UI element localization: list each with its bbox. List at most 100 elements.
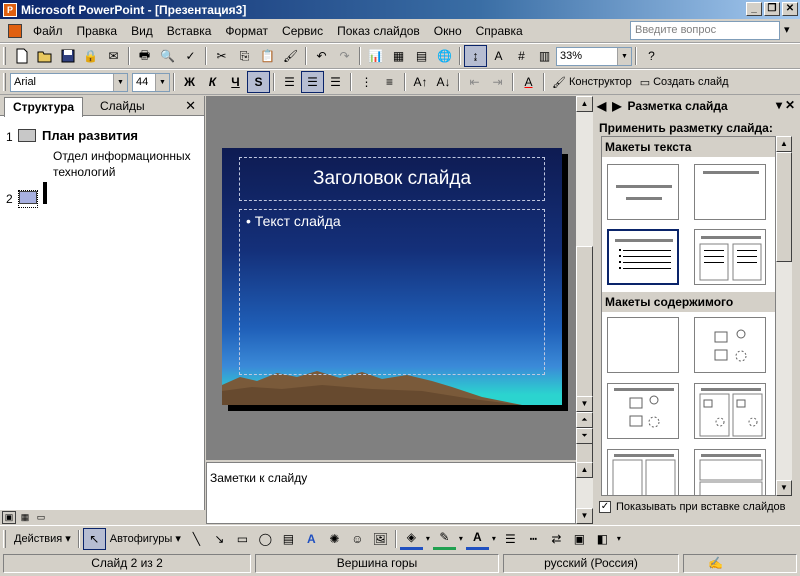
- increase-indent-icon[interactable]: ⇥: [486, 71, 509, 93]
- oval-icon[interactable]: ◯: [254, 528, 277, 550]
- slideshow-icon[interactable]: ▭: [34, 511, 48, 524]
- layout-title-text-selected[interactable]: [607, 229, 679, 285]
- close-icon[interactable]: ✕: [785, 98, 795, 112]
- toolbar-grip[interactable]: [3, 529, 6, 548]
- hyperlink-icon[interactable]: 🌐: [433, 45, 456, 67]
- toolbar-grip[interactable]: [3, 73, 6, 91]
- minimize-button[interactable]: _: [746, 2, 762, 16]
- notes-scrollbar[interactable]: ▲ ▼: [576, 462, 593, 524]
- align-center-icon[interactable]: ☰: [301, 71, 324, 93]
- close-icon[interactable]: ✕: [185, 98, 196, 114]
- scroll-down-icon[interactable]: ▼: [576, 396, 593, 412]
- scroll-down-icon[interactable]: ▼: [776, 480, 792, 496]
- shadow-button[interactable]: S: [247, 71, 270, 93]
- menu-slideshow[interactable]: Показ слайдов: [330, 24, 427, 38]
- restore-button[interactable]: ❐: [764, 2, 780, 16]
- layout-title-two-content[interactable]: [694, 383, 766, 439]
- slide-thumbnail-icon[interactable]: [18, 129, 36, 145]
- menu-window[interactable]: Окно: [427, 24, 469, 38]
- actions-menu[interactable]: Действия ▾: [10, 532, 75, 546]
- slide-thumbnail-icon[interactable]: [18, 190, 38, 208]
- diagram-icon[interactable]: ✺: [323, 528, 346, 550]
- chevron-down-icon[interactable]: ▾: [776, 98, 782, 112]
- font-color-button[interactable]: A: [517, 71, 540, 93]
- redo-icon[interactable]: ↷: [333, 45, 356, 67]
- layout-blank[interactable]: [607, 317, 679, 373]
- cut-icon[interactable]: ✂: [210, 45, 233, 67]
- email-icon[interactable]: ✉: [102, 45, 125, 67]
- permission-icon[interactable]: 🔒: [79, 45, 102, 67]
- scroll-thumb[interactable]: [776, 152, 792, 262]
- spelling-icon[interactable]: ✓: [179, 45, 202, 67]
- task-pane-scrollbar[interactable]: ▲ ▼: [776, 136, 792, 496]
- textbox-icon[interactable]: ▤: [277, 528, 300, 550]
- 3d-style-icon[interactable]: ◧: [591, 528, 614, 550]
- layout-two-columns[interactable]: [694, 229, 766, 285]
- layout-title-two-content-over[interactable]: [694, 449, 766, 495]
- spelling-status-icon[interactable]: ✍: [683, 554, 797, 573]
- close-button[interactable]: ✕: [782, 2, 798, 16]
- slide-scrollbar[interactable]: ▲ ▼ ⏶ ⏷: [576, 96, 593, 466]
- layout-title-slide[interactable]: [607, 164, 679, 220]
- next-slide-icon[interactable]: ⏷: [576, 428, 593, 444]
- document-icon[interactable]: [8, 23, 22, 38]
- slide-title-placeholder[interactable]: Заголовок слайда: [239, 157, 545, 201]
- copy-icon[interactable]: ⎘: [233, 45, 256, 67]
- new-slide-button[interactable]: ▭ Создать слайд: [636, 76, 733, 89]
- decrease-indent-icon[interactable]: ⇤: [463, 71, 486, 93]
- layout-title-content-text[interactable]: [607, 449, 679, 495]
- menu-tools[interactable]: Сервис: [275, 24, 330, 38]
- format-painter-icon[interactable]: 🖌: [279, 45, 302, 67]
- chevron-down-icon[interactable]: ▾: [456, 528, 466, 550]
- insert-table-icon[interactable]: ▦: [387, 45, 410, 67]
- italic-button[interactable]: К: [201, 71, 224, 93]
- layout-title-only[interactable]: [694, 164, 766, 220]
- show-formatting-icon[interactable]: A: [487, 45, 510, 67]
- chevron-down-icon[interactable]: ▾: [614, 528, 624, 550]
- tab-outline[interactable]: Структура: [4, 97, 84, 117]
- forward-icon[interactable]: ▶: [612, 99, 621, 113]
- notes-field[interactable]: Заметки к слайду: [206, 462, 576, 524]
- scroll-down-icon[interactable]: ▼: [576, 508, 593, 524]
- paste-icon[interactable]: 📋: [256, 45, 279, 67]
- chevron-down-icon[interactable]: ▾: [423, 528, 433, 550]
- layout-content[interactable]: [694, 317, 766, 373]
- arrow-icon[interactable]: ↘: [208, 528, 231, 550]
- clipart-icon[interactable]: ☺: [346, 528, 369, 550]
- help-search-input[interactable]: Введите вопрос: [630, 21, 780, 40]
- scroll-up-icon[interactable]: ▲: [576, 96, 593, 112]
- outline-body-line[interactable]: Отдел информационных: [53, 149, 191, 163]
- fill-color-icon[interactable]: ◈: [399, 528, 423, 550]
- autoshapes-menu[interactable]: Автофигуры ▾: [106, 532, 185, 546]
- chevron-down-icon[interactable]: ▾: [784, 23, 790, 36]
- menu-edit[interactable]: Правка: [70, 24, 125, 38]
- scroll-up-icon[interactable]: ▲: [576, 462, 593, 478]
- underline-button[interactable]: Ч: [224, 71, 247, 93]
- slide-body-placeholder[interactable]: • Текст слайда: [239, 209, 545, 375]
- decrease-font-icon[interactable]: A↓: [432, 71, 455, 93]
- line-color-icon[interactable]: ✎: [432, 528, 456, 550]
- task-pane-title[interactable]: Разметка слайда: [627, 99, 727, 113]
- line-style-icon[interactable]: ☰: [499, 528, 522, 550]
- increase-font-icon[interactable]: A↑: [409, 71, 432, 93]
- color-grayscale-icon[interactable]: ▥: [533, 45, 556, 67]
- slide-canvas[interactable]: Заголовок слайда • Текст слайда: [222, 148, 562, 405]
- menu-format[interactable]: Формат: [218, 24, 275, 38]
- align-right-icon[interactable]: ☰: [324, 71, 347, 93]
- expand-all-icon[interactable]: ↨: [464, 45, 487, 67]
- menu-file[interactable]: Файл: [26, 24, 70, 38]
- designer-button[interactable]: 🖌 Конструктор: [548, 76, 636, 89]
- arrow-style-icon[interactable]: ⇄: [545, 528, 568, 550]
- zoom-select[interactable]: 33% ▼: [556, 46, 632, 66]
- undo-icon[interactable]: ↶: [310, 45, 333, 67]
- print-icon[interactable]: 🖶: [133, 45, 156, 67]
- picture-icon[interactable]: 🖼: [369, 528, 392, 550]
- save-icon[interactable]: [56, 45, 79, 67]
- scroll-up-icon[interactable]: ▲: [776, 136, 792, 152]
- numbering-icon[interactable]: ⋮: [355, 71, 378, 93]
- new-document-icon[interactable]: [10, 45, 33, 67]
- menu-insert[interactable]: Вставка: [160, 24, 219, 38]
- wordart-icon[interactable]: A: [300, 528, 323, 550]
- bold-button[interactable]: Ж: [178, 71, 201, 93]
- status-language[interactable]: русский (Россия): [503, 554, 679, 573]
